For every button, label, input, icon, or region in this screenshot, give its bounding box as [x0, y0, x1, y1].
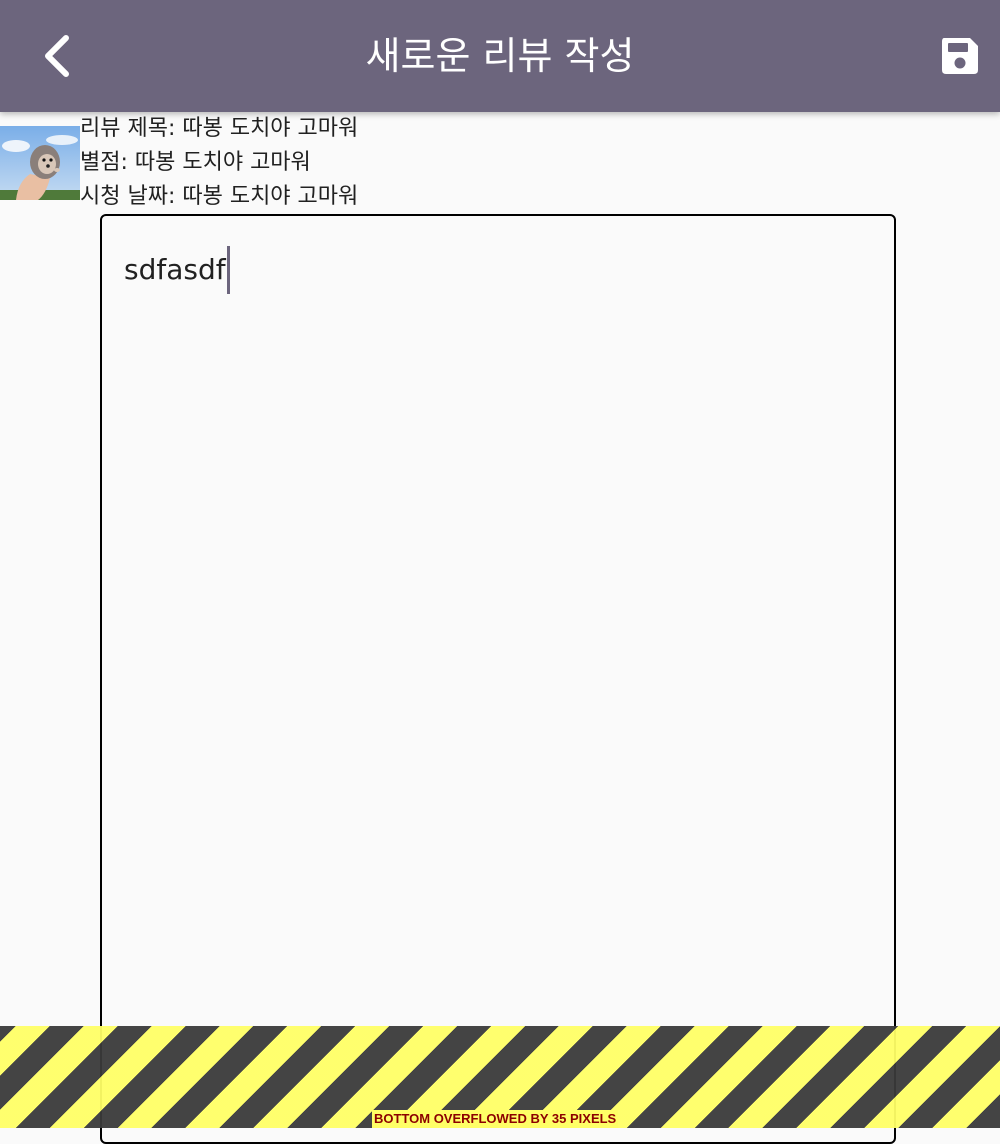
- text-cursor: [226, 246, 230, 294]
- review-title-line: 리뷰 제목: 따봉 도치야 고마워: [80, 116, 359, 141]
- back-button[interactable]: [22, 22, 90, 90]
- page-title: 새로운 리뷰 작성: [365, 34, 635, 78]
- movie-poster: [0, 126, 80, 200]
- overflow-warning-label: BOTTOM OVERFLOWED BY 35 PIXELS: [372, 1110, 619, 1128]
- floppy-disk-icon: [942, 38, 978, 74]
- watch-date-line: 시청 날짜: 따봉 도치야 고마워: [80, 184, 359, 209]
- review-text-content: sdfasdf: [124, 246, 230, 294]
- app-bar: 새로운 리뷰 작성: [0, 0, 1000, 112]
- save-button[interactable]: [926, 22, 994, 90]
- chevron-left-icon: [45, 35, 69, 77]
- review-text-value: sdfasdf: [124, 253, 226, 286]
- review-text-field[interactable]: sdfasdf: [100, 214, 896, 1144]
- rating-line: 별점: 따봉 도치야 고마워: [80, 150, 311, 175]
- hedgehog-photo: [0, 126, 80, 200]
